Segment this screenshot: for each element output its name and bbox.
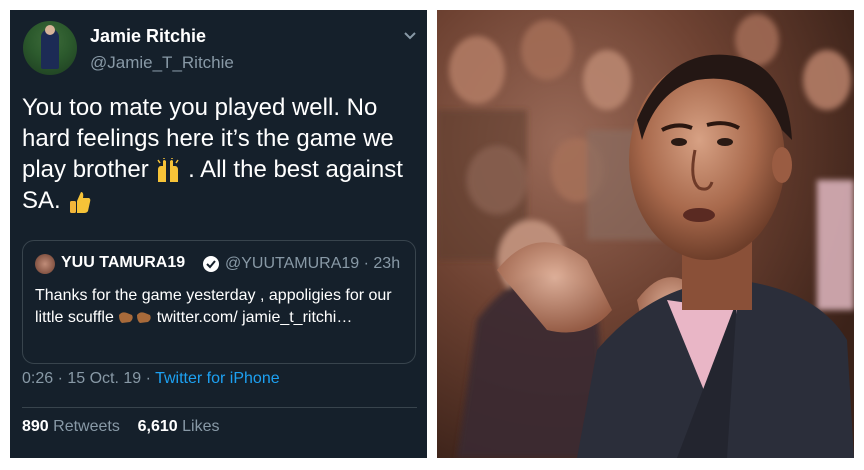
chevron-down-icon[interactable] [402,30,418,42]
quoted-handle-time: @YUUTAMURA19 · 23h [225,255,401,272]
likes-label: Likes [177,418,220,435]
tweet-meta: 0:26 · 15 Oct. 19 · Twitter for iPhone [22,370,280,388]
retweets-label: Retweets [48,418,120,435]
likes-count: 6,610 [137,418,178,435]
verified-badge-icon [203,256,219,272]
raised-hands-emoji [157,157,180,182]
retweets-stat[interactable]: 890 Retweets [22,418,120,435]
tweet-stats: 890 Retweets 6,610 Likes [22,418,219,436]
quoted-author-name: YUU TAMURA19 [61,254,186,271]
reaction-photo [437,10,854,458]
author-handle[interactable]: @Jamie_T_Ritchie [90,53,234,73]
tweet-card: Jamie Ritchie @Jamie_T_Ritchie You too m… [10,10,427,458]
reaction-photo-illustration [437,14,854,458]
quoted-tweet[interactable]: YUU TAMURA19 @YUUTAMURA19 · 23h Thanks f… [22,240,416,364]
avatar-head [45,25,55,35]
tweet-timestamp[interactable]: 0:26 · 15 Oct. 19 · [22,370,155,387]
divider [22,407,417,408]
fist-bump-emoji [119,312,151,323]
likes-stat[interactable]: 6,610 Likes [138,418,220,435]
quoted-avatar[interactable] [35,254,55,274]
author-name[interactable]: Jamie Ritchie [90,26,206,47]
tweet-text: You too mate you played well. No hard fe… [22,92,417,216]
retweets-count: 890 [22,418,49,435]
thumbs-up-emoji [70,191,91,213]
author-avatar[interactable] [23,21,77,75]
quoted-text-part2: twitter.com/ jamie_t_ritchi… [156,309,353,326]
avatar-figure [41,29,59,69]
tweet-client-link[interactable]: Twitter for iPhone [155,370,280,387]
quoted-text: Thanks for the game yesterday , appoligi… [35,285,407,329]
